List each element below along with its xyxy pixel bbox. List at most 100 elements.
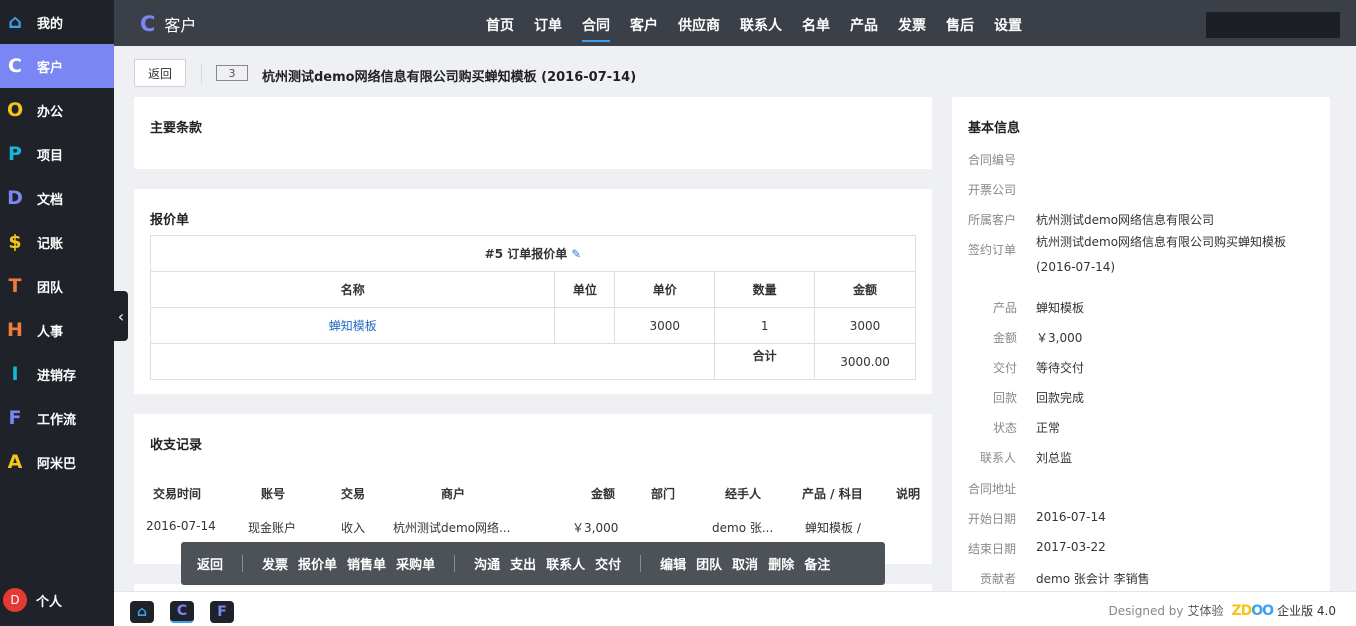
footer-app-flow-icon[interactable]: F (210, 601, 234, 623)
sidebar-item-hr[interactable]: H 人事 (0, 308, 114, 352)
nav-tab[interactable]: 客户 (630, 15, 658, 42)
action-button[interactable]: 采购单 (396, 554, 435, 573)
info-value: 蝉知模板 (1036, 301, 1085, 315)
psi-icon: I (11, 363, 19, 385)
info-label: 产品 (993, 301, 1018, 315)
divider (454, 555, 456, 572)
quote-table-title-text: #5 订单报价单 (484, 247, 568, 261)
info-link[interactable]: (2016-07-14) (1036, 260, 1115, 274)
team-icon: T (8, 275, 22, 297)
nav-tab[interactable]: 联系人 (740, 15, 782, 42)
table-cell: 3000 (814, 307, 916, 344)
sidebar-item-cash[interactable]: $ 记账 (0, 220, 114, 264)
action-button[interactable]: 团队 (696, 554, 722, 573)
info-label: 回款 (993, 391, 1018, 405)
nav-tab[interactable]: 订单 (534, 15, 562, 42)
column-header: 产品 / 科目 (802, 487, 863, 501)
project-icon: P (8, 143, 22, 165)
user-menu[interactable]: D 个人 (3, 588, 62, 612)
search-input[interactable] (1206, 12, 1340, 38)
sidebar-item-customer[interactable]: C 客户 (0, 44, 114, 88)
quote-header-row: 名称 单位 单价 数量 金额 (149, 271, 916, 308)
table-cell: 现金账户 (248, 521, 297, 535)
action-button[interactable]: 报价单 (298, 554, 337, 573)
action-button[interactable]: 联系人 (546, 554, 585, 573)
divider (201, 64, 202, 84)
column-header: 说明 (896, 487, 921, 501)
table-cell: ￥3,000 (572, 521, 619, 535)
info-label: 合同地址 (968, 482, 1017, 496)
info-label: 交付 (993, 361, 1018, 375)
nav-tab[interactable]: 供应商 (678, 15, 720, 42)
footer-app-customer-icon[interactable]: C (170, 601, 194, 623)
action-button[interactable]: 交付 (595, 554, 621, 573)
back-button[interactable]: 返回 (134, 59, 186, 87)
column-header: 经手人 (725, 487, 762, 501)
quote-card: 报价单 #5 订单报价单 ✎ 名称 单位 单价 数量 金额 蝉知模板 3000 1… (134, 189, 932, 394)
sidebar-item-amoeba[interactable]: A 阿米巴 (0, 440, 114, 484)
column-header: 金额 (591, 487, 616, 501)
app-title: C 客户 (140, 12, 196, 36)
sidebar-item-psi[interactable]: I 进销存 (0, 352, 114, 396)
action-button[interactable]: 销售单 (347, 554, 386, 573)
info-label: 联系人 (980, 451, 1017, 465)
sidebar-item-home[interactable]: ⌂ 我的 (0, 0, 114, 44)
table-cell (149, 343, 716, 380)
sidebar-item-doc[interactable]: D 文档 (0, 176, 114, 220)
nav-tab[interactable]: 售后 (946, 15, 974, 42)
column-header: 名称 (149, 271, 556, 308)
footer-app-home-icon[interactable]: ⌂ (130, 601, 154, 623)
table-cell: 蝉知模板 / (805, 521, 861, 535)
sidebar-collapse-button[interactable]: ‹ (114, 291, 128, 341)
info-label: 结束日期 (968, 542, 1017, 556)
sidebar: ⌂ 我的 C 客户 O 办公 P 项目 D 文档 $ 记账 T 团队 H 人事 I 进销存 F 工作流 A 阿米巴 (0, 0, 114, 626)
nav-tab[interactable]: 设置 (994, 15, 1022, 42)
column-header: 交易 (341, 487, 366, 501)
nav-tab[interactable]: 产品 (850, 15, 878, 42)
customer-app-icon: C (140, 12, 156, 36)
info-label: 金额 (993, 331, 1018, 345)
action-button[interactable]: 沟通 (474, 554, 500, 573)
sidebar-item-label: 文档 (37, 192, 64, 208)
sidebar-item-flow[interactable]: F 工作流 (0, 396, 114, 440)
action-button[interactable]: 返回 (197, 554, 223, 573)
action-button[interactable]: 取消 (732, 554, 758, 573)
transactions-title: 收支记录 (150, 438, 203, 453)
table-row: 蝉知模板 3000 1 3000 (149, 307, 916, 344)
sidebar-item-label: 阿米巴 (37, 456, 77, 472)
user-label: 个人 (36, 594, 63, 610)
column-header: 单价 (614, 271, 716, 308)
nav-tab[interactable]: 名单 (802, 15, 830, 42)
column-header: 交易时间 (153, 487, 202, 501)
info-value: 回款完成 (1036, 391, 1085, 405)
total-label: 合计 (714, 343, 816, 380)
nav-tab[interactable]: 首页 (486, 15, 514, 42)
office-icon: O (7, 99, 24, 121)
sidebar-item-team[interactable]: T 团队 (0, 264, 114, 308)
sidebar-item-label: 记账 (37, 236, 64, 252)
info-value: 2017-03-22 (1036, 540, 1106, 554)
action-button[interactable]: 编辑 (660, 554, 686, 573)
quote-table-title: #5 订单报价单 ✎ (150, 235, 916, 272)
action-button[interactable]: 备注 (804, 554, 830, 573)
info-link[interactable]: 杭州测试demo网络信息有限公司购买蝉知模板 (1036, 233, 1286, 250)
avatar: D (3, 588, 27, 612)
nav-tab[interactable]: 发票 (898, 15, 926, 42)
edit-icon[interactable]: ✎ (571, 247, 581, 261)
info-link[interactable]: 刘总监 (1036, 449, 1072, 466)
product-link[interactable]: 蝉知模板 (149, 307, 556, 344)
nav-tab[interactable]: 合同 (582, 15, 610, 42)
sidebar-item-label: 进销存 (37, 368, 77, 384)
action-button[interactable]: 支出 (510, 554, 536, 573)
sidebar-item-project[interactable]: P 项目 (0, 132, 114, 176)
sidebar-item-label: 项目 (37, 148, 64, 164)
action-button[interactable]: 删除 (768, 554, 794, 573)
action-button[interactable]: 发票 (262, 554, 288, 573)
info-link[interactable]: 杭州测试demo网络信息有限公司 (1036, 211, 1214, 228)
footer-bar: ⌂ C F Designed by 艾体验 ZDOO 企业版 4.0 (114, 591, 1356, 626)
info-value: demo 张会计 李销售 (1036, 572, 1150, 586)
doc-icon: D (7, 187, 23, 209)
basic-info-card: 基本信息 合同编号 开票公司 所属客户 杭州测试demo网络信息有限公司 签约订单 杭州测… (952, 97, 1330, 597)
sidebar-item-office[interactable]: O 办公 (0, 88, 114, 132)
info-label: 合同编号 (968, 153, 1017, 167)
